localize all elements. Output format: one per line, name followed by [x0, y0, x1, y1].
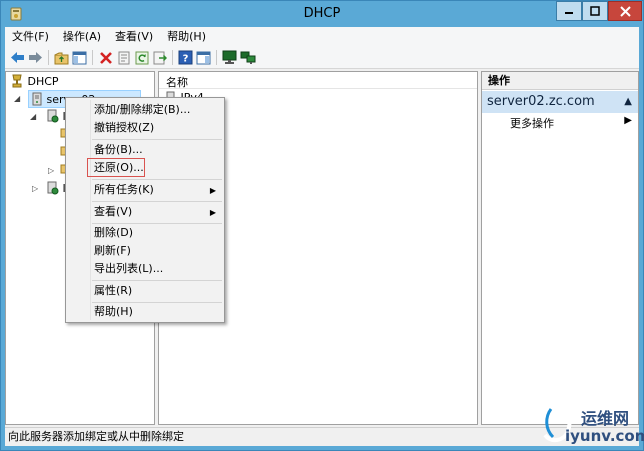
- status-text: 向此服务器添加绑定或从中删除绑定: [8, 430, 184, 443]
- help-button[interactable]: ?: [177, 49, 194, 66]
- close-button[interactable]: [608, 1, 642, 21]
- restore-highlight-box: [87, 158, 145, 177]
- monitor-button[interactable]: [221, 49, 238, 66]
- menu-item-label: 查看(V): [94, 205, 133, 218]
- monitor-icon: [222, 50, 237, 64]
- show-hide-action-pane-button[interactable]: [195, 49, 212, 66]
- show-hide-action-pane-icon: [196, 51, 211, 64]
- tree-root-label: DHCP: [27, 75, 59, 88]
- svg-text:?: ?: [183, 54, 189, 65]
- menu-file[interactable]: 文件(F): [5, 27, 56, 46]
- toolbar: ?: [5, 46, 639, 69]
- menu-item-unauthorize[interactable]: 撤销授权(Z): [94, 119, 154, 137]
- watermark: 运维网 iyunv.com: [537, 399, 644, 451]
- ipv6-icon: [47, 181, 59, 195]
- actions-selected-item[interactable]: server02.zc.com ▲: [482, 91, 638, 113]
- app-window: DHCP 文件(F) 操作(A) 查看(V) 帮助(H) ? DHCP ◢ ◢ …: [0, 0, 644, 451]
- tree-root-dhcp[interactable]: DHCP: [10, 73, 59, 91]
- close-icon: [619, 5, 631, 17]
- network-monitor-button[interactable]: [239, 49, 256, 66]
- server-icon: [32, 92, 42, 106]
- menu-bar: 文件(F) 操作(A) 查看(V) 帮助(H): [5, 27, 639, 46]
- forward-button[interactable]: [27, 49, 44, 66]
- window-title: DHCP: [303, 6, 341, 21]
- folder-up-icon: [54, 52, 69, 64]
- menu-help[interactable]: 帮助(H): [160, 27, 213, 46]
- maximize-icon: [590, 6, 600, 16]
- menu-item-refresh[interactable]: 刷新(F): [94, 242, 131, 260]
- submenu-arrow-icon: ▶: [209, 186, 216, 195]
- properties-button[interactable]: [115, 49, 132, 66]
- show-hide-tree-button[interactable]: [71, 49, 88, 66]
- menu-gutter: [90, 100, 91, 320]
- ipv4-icon: [47, 109, 59, 123]
- watermark-text-url: iyunv.com: [565, 427, 644, 445]
- maximize-button[interactable]: [582, 1, 608, 21]
- forward-arrow-icon: [29, 52, 42, 63]
- show-hide-tree-icon: [72, 51, 87, 64]
- menu-item-backup[interactable]: 备份(B)...: [94, 141, 143, 159]
- back-button[interactable]: [9, 49, 26, 66]
- more-actions-link[interactable]: 更多操作: [510, 115, 554, 131]
- minimize-button[interactable]: [556, 1, 582, 21]
- submenu-arrow-icon: ▶: [209, 208, 216, 217]
- menu-item-help[interactable]: 帮助(H): [94, 303, 133, 321]
- menu-separator: [92, 201, 222, 202]
- menu-item-all-tasks[interactable]: 所有任务(K): [94, 181, 222, 199]
- network-monitor-icon: [240, 51, 255, 64]
- watermark-text-cn: 运维网: [581, 409, 630, 428]
- actions-header: 操作: [482, 72, 638, 90]
- export-icon: [153, 51, 167, 64]
- actions-selected-label: server02.zc.com: [487, 94, 595, 109]
- delete-icon: [99, 51, 112, 64]
- help-icon: ?: [178, 50, 193, 65]
- list-header[interactable]: 名称: [159, 72, 477, 89]
- tree-collapse-icon[interactable]: ◢: [14, 94, 20, 103]
- tree-expand-icon[interactable]: ▷: [48, 166, 54, 175]
- menu-view[interactable]: 查看(V): [108, 27, 160, 46]
- menu-separator: [92, 139, 222, 140]
- dhcp-root-icon: [12, 74, 22, 88]
- submenu-arrow-icon: ▶: [624, 115, 632, 126]
- menu-separator: [92, 179, 222, 180]
- menu-item-add-remove-bindings[interactable]: 添加/删除绑定(B)...: [94, 101, 190, 119]
- refresh-icon: [135, 51, 148, 64]
- minimize-icon: [565, 12, 573, 14]
- toolbar-separator: [172, 50, 173, 65]
- tree-collapse-icon[interactable]: ◢: [30, 112, 36, 121]
- menu-action[interactable]: 操作(A): [56, 27, 108, 46]
- export-list-button[interactable]: [151, 49, 168, 66]
- toolbar-separator: [48, 50, 49, 65]
- menu-item-export-list[interactable]: 导出列表(L)...: [94, 260, 163, 278]
- menu-item-view[interactable]: 查看(V): [94, 203, 222, 221]
- properties-icon: [118, 51, 129, 64]
- toolbar-separator: [216, 50, 217, 65]
- refresh-button[interactable]: [133, 49, 150, 66]
- up-one-level-button[interactable]: [53, 49, 70, 66]
- menu-item-label: 所有任务(K): [94, 183, 154, 196]
- column-name-header[interactable]: 名称: [166, 74, 188, 90]
- title-bar[interactable]: DHCP: [1, 1, 643, 27]
- menu-separator: [92, 280, 222, 281]
- back-arrow-icon: [11, 52, 24, 63]
- tree-expand-icon[interactable]: ▷: [32, 184, 38, 193]
- toolbar-separator: [92, 50, 93, 65]
- delete-button[interactable]: [97, 49, 114, 66]
- menu-item-delete[interactable]: 删除(D): [94, 224, 133, 242]
- context-menu: 添加/删除绑定(B)... 撤销授权(Z) 备份(B)... 还原(O)... …: [65, 97, 225, 323]
- menu-item-properties[interactable]: 属性(R): [94, 282, 132, 300]
- collapse-triangle-icon[interactable]: ▲: [624, 91, 632, 113]
- action-pane: 操作 server02.zc.com ▲ 更多操作 ▶: [481, 71, 639, 425]
